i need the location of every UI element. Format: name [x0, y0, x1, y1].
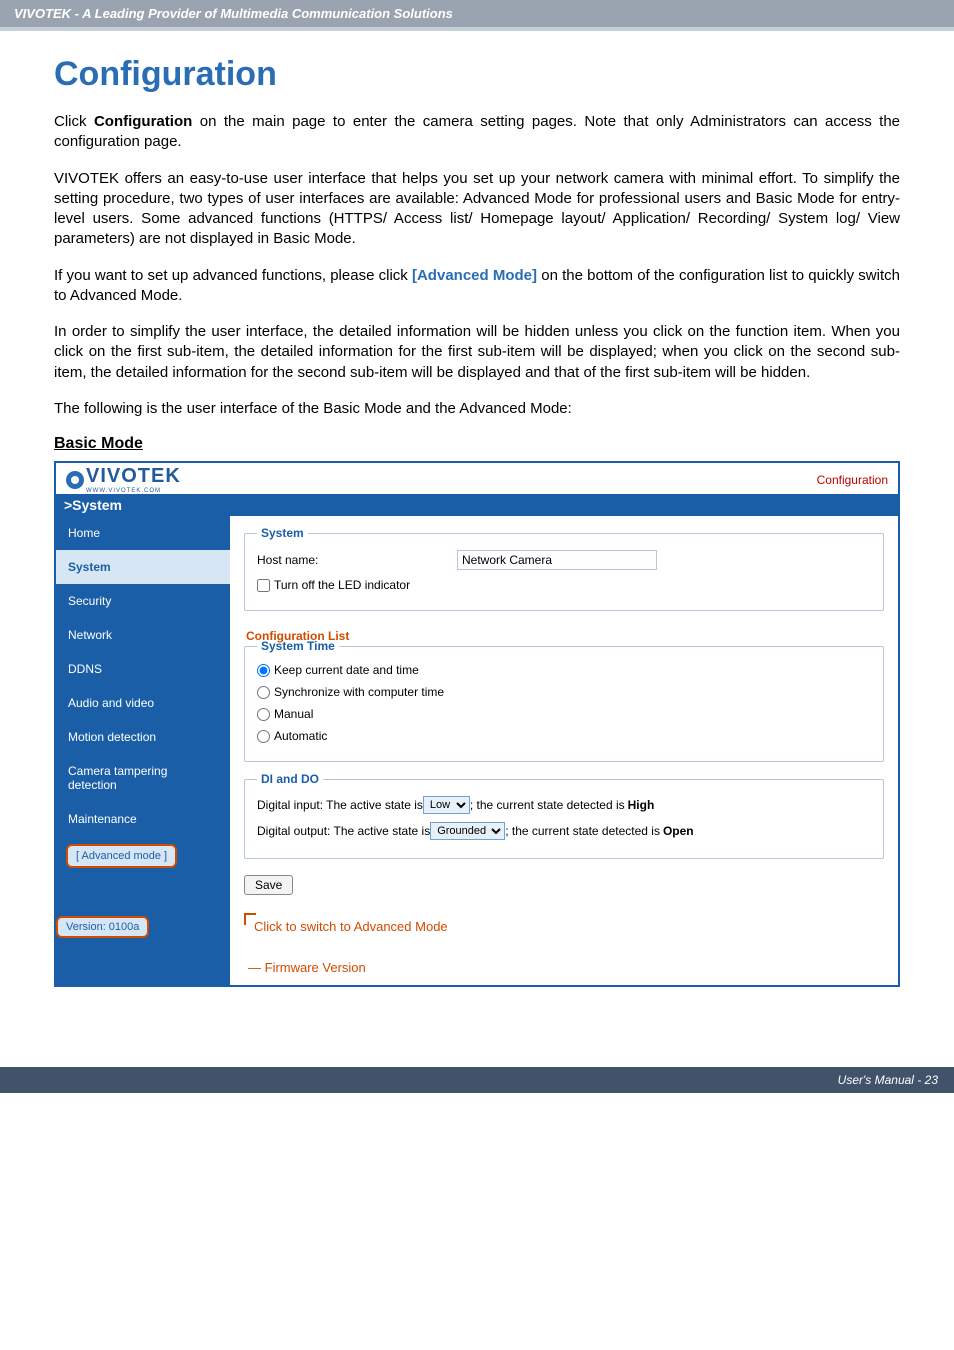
logo-subtext: WWW.VIVOTEK.COM — [86, 488, 181, 494]
paragraph-4: In order to simplify the user interface,… — [54, 322, 900, 383]
system-legend: System — [257, 526, 308, 540]
system-header-bar: >System — [56, 494, 898, 516]
ui-body: Home System Security Network DDNS Audio … — [56, 516, 898, 985]
header-band: VIVOTEK - A Leading Provider of Multimed… — [0, 0, 954, 31]
nav-security[interactable]: Security — [56, 584, 230, 618]
firmware-version-text: Firmware Version — [265, 960, 366, 975]
sidebar: Home System Security Network DDNS Audio … — [56, 516, 230, 985]
led-label: Turn off the LED indicator — [274, 578, 410, 592]
di-text-a: Digital input: The active state is — [257, 798, 423, 812]
p1-a: Click — [54, 113, 94, 130]
firmware-version-note: — Firmware Version — [248, 960, 884, 975]
basic-mode-heading: Basic Mode — [54, 435, 900, 453]
sync-time-radio[interactable] — [257, 686, 270, 699]
main-panel: System Host name: Turn off the LED indic… — [230, 516, 898, 985]
nav-ddns[interactable]: DDNS — [56, 652, 230, 686]
dido-fieldset: DI and DO Digital input: The active stat… — [244, 772, 884, 859]
page-title: Configuration — [54, 55, 900, 94]
hostname-input[interactable] — [457, 550, 657, 570]
manual-time-radio[interactable] — [257, 708, 270, 721]
hostname-row: Host name: — [257, 550, 871, 570]
advanced-mode-button[interactable]: [ Advanced mode ] — [66, 844, 177, 868]
logo-mark-icon — [66, 471, 84, 489]
system-fieldset: System Host name: Turn off the LED indic… — [244, 526, 884, 611]
sync-time-label: Synchronize with computer time — [274, 685, 444, 699]
paragraph-1: Click Configuration on the main page to … — [54, 112, 900, 153]
di-select[interactable]: Low — [423, 796, 470, 814]
sync-time-row: Synchronize with computer time — [257, 685, 871, 699]
auto-time-radio[interactable] — [257, 730, 270, 743]
version-wrap: Version: 0100a — [56, 876, 230, 946]
do-state: Open — [663, 824, 694, 838]
advanced-mode-wrap: [ Advanced mode ] — [56, 836, 230, 876]
switch-advanced-note: Click to switch to Advanced Mode — [254, 919, 884, 934]
dido-legend: DI and DO — [257, 772, 323, 786]
logo-text: VIVOTEK — [86, 465, 181, 487]
config-list-label: Configuration List — [246, 629, 349, 643]
keep-time-row: Keep current date and time — [257, 663, 871, 677]
led-row: Turn off the LED indicator — [257, 578, 871, 592]
auto-time-label: Automatic — [274, 729, 327, 743]
ui-screenshot: VIVOTEK WWW.VIVOTEK.COM Configuration >S… — [54, 461, 900, 987]
nav-motion-detection[interactable]: Motion detection — [56, 720, 230, 754]
vivotek-logo: VIVOTEK WWW.VIVOTEK.COM — [66, 465, 181, 494]
keep-time-label: Keep current date and time — [274, 663, 419, 677]
paragraph-5: The following is the user interface of t… — [54, 399, 900, 419]
p3-a: If you want to set up advanced functions… — [54, 267, 412, 284]
version-label: Version: 0100a — [56, 916, 149, 938]
nav-maintenance[interactable]: Maintenance — [56, 802, 230, 836]
paragraph-3: If you want to set up advanced functions… — [54, 266, 900, 307]
page-content: Configuration Click Configuration on the… — [0, 31, 954, 1027]
di-state: High — [628, 798, 655, 812]
do-text-a: Digital output: The active state is — [257, 824, 430, 838]
do-text-b: ; the current state detected is — [505, 824, 660, 838]
auto-time-row: Automatic — [257, 729, 871, 743]
p1-bold: Configuration — [94, 113, 192, 130]
save-button[interactable]: Save — [244, 875, 293, 895]
nav-system[interactable]: System — [56, 550, 230, 584]
do-select[interactable]: Grounded — [430, 822, 505, 840]
system-time-fieldset: System Time Keep current date and time S… — [244, 639, 884, 762]
manual-time-row: Manual — [257, 707, 871, 721]
paragraph-2: VIVOTEK offers an easy-to-use user inter… — [54, 169, 900, 250]
hostname-label: Host name: — [257, 553, 457, 567]
config-list-callout: Configuration List — [244, 621, 884, 639]
di-row: Digital input: The active state is Low ;… — [257, 796, 871, 814]
led-checkbox[interactable] — [257, 579, 270, 592]
ui-top-bar: VIVOTEK WWW.VIVOTEK.COM Configuration — [56, 463, 898, 494]
nav-audio-video[interactable]: Audio and video — [56, 686, 230, 720]
nav-home[interactable]: Home — [56, 516, 230, 550]
do-row: Digital output: The active state is Grou… — [257, 822, 871, 840]
nav-tampering-detection[interactable]: Camera tampering detection — [56, 754, 230, 802]
di-text-b: ; the current state detected is — [470, 798, 625, 812]
configuration-link[interactable]: Configuration — [817, 473, 888, 487]
keep-time-radio[interactable] — [257, 664, 270, 677]
nav-network[interactable]: Network — [56, 618, 230, 652]
manual-time-label: Manual — [274, 707, 313, 721]
p3-blue: [Advanced Mode] — [412, 267, 537, 284]
page-footer: User's Manual - 23 — [0, 1067, 954, 1093]
